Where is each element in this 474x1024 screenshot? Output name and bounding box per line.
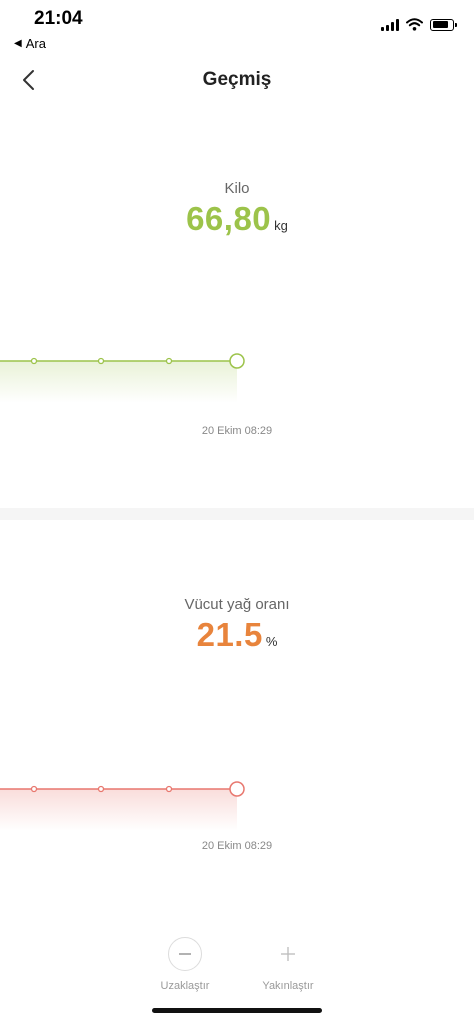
weight-point bbox=[165, 357, 173, 365]
status-back-to-app[interactable]: ◀ Ara bbox=[14, 36, 46, 51]
minus-icon bbox=[179, 953, 191, 955]
body-fat-point bbox=[97, 785, 105, 793]
weight-chart[interactable] bbox=[0, 330, 474, 410]
body-fat-date: 20 Ekim 08:29 bbox=[201, 840, 273, 852]
weight-point bbox=[97, 357, 105, 365]
back-triangle-icon: ◀ bbox=[14, 38, 22, 49]
weight-point bbox=[30, 357, 38, 365]
weight-number: 66,80 bbox=[186, 200, 272, 237]
weight-value: 66,80 kg bbox=[0, 200, 474, 238]
home-indicator[interactable] bbox=[152, 1008, 322, 1013]
weight-area bbox=[0, 361, 237, 403]
body-fat-unit: % bbox=[265, 634, 278, 649]
zoom-out-button[interactable]: Uzaklaştır bbox=[153, 937, 217, 992]
status-time: 21:04 bbox=[34, 8, 83, 29]
body-fat-area bbox=[0, 789, 237, 831]
plus-icon bbox=[281, 947, 295, 961]
status-icons bbox=[381, 18, 457, 31]
zoom-out-circle bbox=[168, 937, 202, 971]
body-fat-label: Vücut yağ oranı bbox=[184, 596, 290, 613]
weight-unit: kg bbox=[274, 218, 288, 233]
cellular-signal-icon bbox=[381, 18, 399, 31]
zoom-in-label: Yakınlaştır bbox=[262, 980, 314, 992]
body-fat-point-selected[interactable] bbox=[229, 781, 245, 797]
zoom-in-circle bbox=[271, 937, 305, 971]
status-back-label: Ara bbox=[25, 36, 46, 51]
weight-card bbox=[0, 108, 474, 508]
body-fat-number: 21.5 bbox=[196, 616, 263, 653]
battery-icon bbox=[430, 18, 457, 31]
page-title: Geçmiş bbox=[202, 69, 272, 90]
zoom-in-button[interactable]: Yakınlaştır bbox=[256, 937, 320, 992]
weight-point-selected[interactable] bbox=[229, 353, 245, 369]
body-fat-card bbox=[0, 520, 474, 920]
body-fat-point bbox=[165, 785, 173, 793]
zoom-out-label: Uzaklaştır bbox=[160, 980, 210, 992]
weight-label: Kilo bbox=[224, 180, 250, 197]
weight-date: 20 Ekim 08:29 bbox=[201, 425, 273, 437]
body-fat-point bbox=[30, 785, 38, 793]
section-divider bbox=[0, 508, 474, 520]
body-fat-value: 21.5% bbox=[0, 616, 474, 654]
wifi-icon bbox=[406, 18, 423, 31]
body-fat-chart[interactable] bbox=[0, 758, 474, 838]
